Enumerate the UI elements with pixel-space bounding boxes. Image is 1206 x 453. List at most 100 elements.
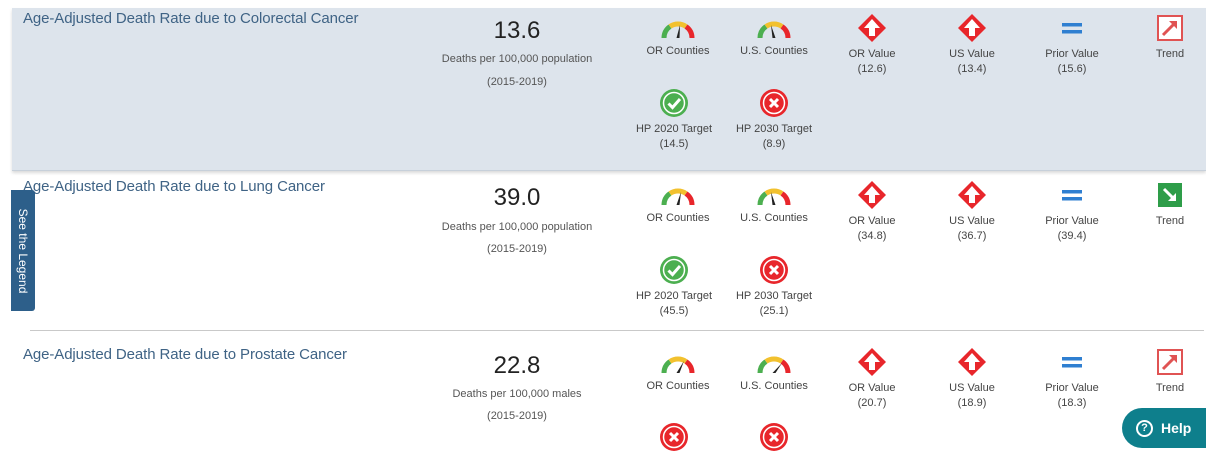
red-diamond-arrow-up-icon — [858, 181, 886, 209]
trend-up-icon — [1157, 15, 1183, 41]
hp2030-target[interactable]: HP 2030 Target (8.9) — [724, 88, 824, 152]
equal-icon — [1062, 190, 1082, 201]
indicator-unit: Deaths per 100,000 males — [452, 388, 582, 400]
prior-value-comparison[interactable]: Prior Value (39.4) — [1022, 180, 1122, 244]
hp2020-value: (14.5) — [659, 138, 689, 150]
us-value: (18.9) — [957, 397, 987, 409]
row-divider — [30, 330, 1204, 331]
trend-label: Trend — [1155, 382, 1185, 394]
hp2030-value: (25.1) — [759, 305, 789, 317]
trend-indicator[interactable]: Trend — [1120, 347, 1206, 396]
red-diamond-arrow-up-icon — [958, 14, 986, 42]
us-value-comparison[interactable]: US Value (36.7) — [922, 180, 1022, 244]
indicator-unit: Deaths per 100,000 population — [441, 221, 593, 233]
or-counties-label: OR Counties — [646, 380, 710, 392]
or-value-comparison[interactable]: OR Value (12.6) — [822, 13, 922, 77]
gauge-icon — [757, 188, 791, 206]
question-icon: ? — [1136, 419, 1153, 437]
hp2030-label: HP 2030 Target — [735, 290, 813, 302]
us-counties-label: U.S. Counties — [740, 380, 808, 392]
or-counties-label: OR Counties — [646, 212, 710, 224]
help-button[interactable]: ? Help — [1122, 408, 1206, 448]
us-value: (36.7) — [957, 230, 987, 242]
us-counties-gauge[interactable]: U.S. Counties — [724, 187, 824, 226]
indicator-row-prostate[interactable]: Age-Adjusted Death Rate due to Prostate … — [12, 342, 1206, 453]
or-value-label: OR Value — [848, 382, 896, 394]
check-circle-icon — [660, 89, 688, 117]
indicator-row-colorectal[interactable]: Age-Adjusted Death Rate due to Colorecta… — [12, 8, 1206, 171]
hp2020-target[interactable]: HP 2020 Target (45.5) — [624, 255, 724, 319]
or-value: (12.6) — [857, 63, 887, 75]
x-circle-icon — [760, 423, 788, 451]
us-counties-gauge[interactable]: U.S. Counties — [724, 20, 824, 59]
hp2020-target[interactable] — [624, 422, 724, 453]
legend-tab-label: See the Legend — [16, 208, 30, 293]
hp2020-value: (45.5) — [659, 305, 689, 317]
hp2030-label: HP 2030 Target — [735, 123, 813, 135]
hp2020-label: HP 2020 Target — [635, 290, 713, 302]
indicator-value: 22.8 — [493, 352, 541, 379]
trend-up-icon — [1157, 349, 1183, 375]
gauge-icon — [661, 188, 695, 206]
us-counties-gauge[interactable]: U.S. Counties — [724, 355, 824, 394]
indicator-value: 39.0 — [493, 184, 541, 211]
us-value-label: US Value — [949, 215, 995, 227]
trend-label: Trend — [1155, 215, 1185, 227]
indicator-title[interactable]: Age-Adjusted Death Rate due to Lung Canc… — [23, 178, 325, 195]
trend-label: Trend — [1155, 48, 1185, 60]
indicator-unit: Deaths per 100,000 population — [441, 53, 593, 65]
prior-value-comparison[interactable]: Prior Value (15.6) — [1022, 13, 1122, 77]
equal-icon — [1062, 357, 1082, 368]
prior-value: (39.4) — [1057, 230, 1087, 242]
red-diamond-arrow-up-icon — [958, 348, 986, 376]
hp2030-value: (8.9) — [762, 138, 786, 150]
or-value-comparison[interactable]: OR Value (34.8) — [822, 180, 922, 244]
hp2030-target[interactable]: HP 2030 Target (25.1) — [724, 255, 824, 319]
trend-down-icon — [1158, 183, 1182, 207]
or-value: (34.8) — [857, 230, 887, 242]
indicator-row-lung[interactable]: Age-Adjusted Death Rate due to Lung Canc… — [12, 175, 1206, 330]
gauge-icon — [661, 356, 695, 374]
x-circle-icon — [760, 256, 788, 284]
see-the-legend-tab[interactable]: See the Legend — [11, 190, 35, 311]
indicator-title[interactable]: Age-Adjusted Death Rate due to Prostate … — [23, 346, 347, 363]
indicator-period: (2015-2019) — [487, 410, 547, 422]
us-value: (13.4) — [957, 63, 987, 75]
prior-value-comparison[interactable]: Prior Value (18.3) — [1022, 347, 1122, 411]
red-diamond-arrow-up-icon — [958, 181, 986, 209]
indicator-period: (2015-2019) — [487, 243, 547, 255]
trend-indicator[interactable]: Trend — [1120, 13, 1206, 62]
x-circle-icon — [660, 423, 688, 451]
us-value-label: US Value — [949, 382, 995, 394]
or-value-comparison[interactable]: OR Value (20.7) — [822, 347, 922, 411]
us-counties-label: U.S. Counties — [740, 212, 808, 224]
or-counties-gauge[interactable]: OR Counties — [628, 20, 728, 59]
trend-indicator[interactable]: Trend — [1120, 180, 1206, 229]
gauge-icon — [661, 21, 695, 39]
us-value-comparison[interactable]: US Value (13.4) — [922, 13, 1022, 77]
or-counties-gauge[interactable]: OR Counties — [628, 355, 728, 394]
us-value-label: US Value — [949, 48, 995, 60]
or-counties-gauge[interactable]: OR Counties — [628, 187, 728, 226]
gauge-icon — [757, 21, 791, 39]
x-circle-icon — [760, 89, 788, 117]
or-counties-label: OR Counties — [646, 45, 710, 57]
gauge-icon — [757, 356, 791, 374]
prior-value-label: Prior Value — [1045, 382, 1099, 394]
us-value-comparison[interactable]: US Value (18.9) — [922, 347, 1022, 411]
indicator-title[interactable]: Age-Adjusted Death Rate due to Colorecta… — [23, 10, 359, 27]
or-value-label: OR Value — [848, 48, 896, 60]
hp2020-label: HP 2020 Target — [635, 123, 713, 135]
prior-value-label: Prior Value — [1045, 48, 1099, 60]
or-value: (20.7) — [857, 397, 887, 409]
prior-value-label: Prior Value — [1045, 215, 1099, 227]
or-value-label: OR Value — [848, 215, 896, 227]
us-counties-label: U.S. Counties — [740, 45, 808, 57]
red-diamond-arrow-up-icon — [858, 348, 886, 376]
red-diamond-arrow-up-icon — [858, 14, 886, 42]
hp2020-target[interactable]: HP 2020 Target (14.5) — [624, 88, 724, 152]
hp2030-target[interactable] — [724, 422, 824, 453]
check-circle-icon — [660, 256, 688, 284]
prior-value: (18.3) — [1057, 397, 1087, 409]
equal-icon — [1062, 23, 1082, 34]
